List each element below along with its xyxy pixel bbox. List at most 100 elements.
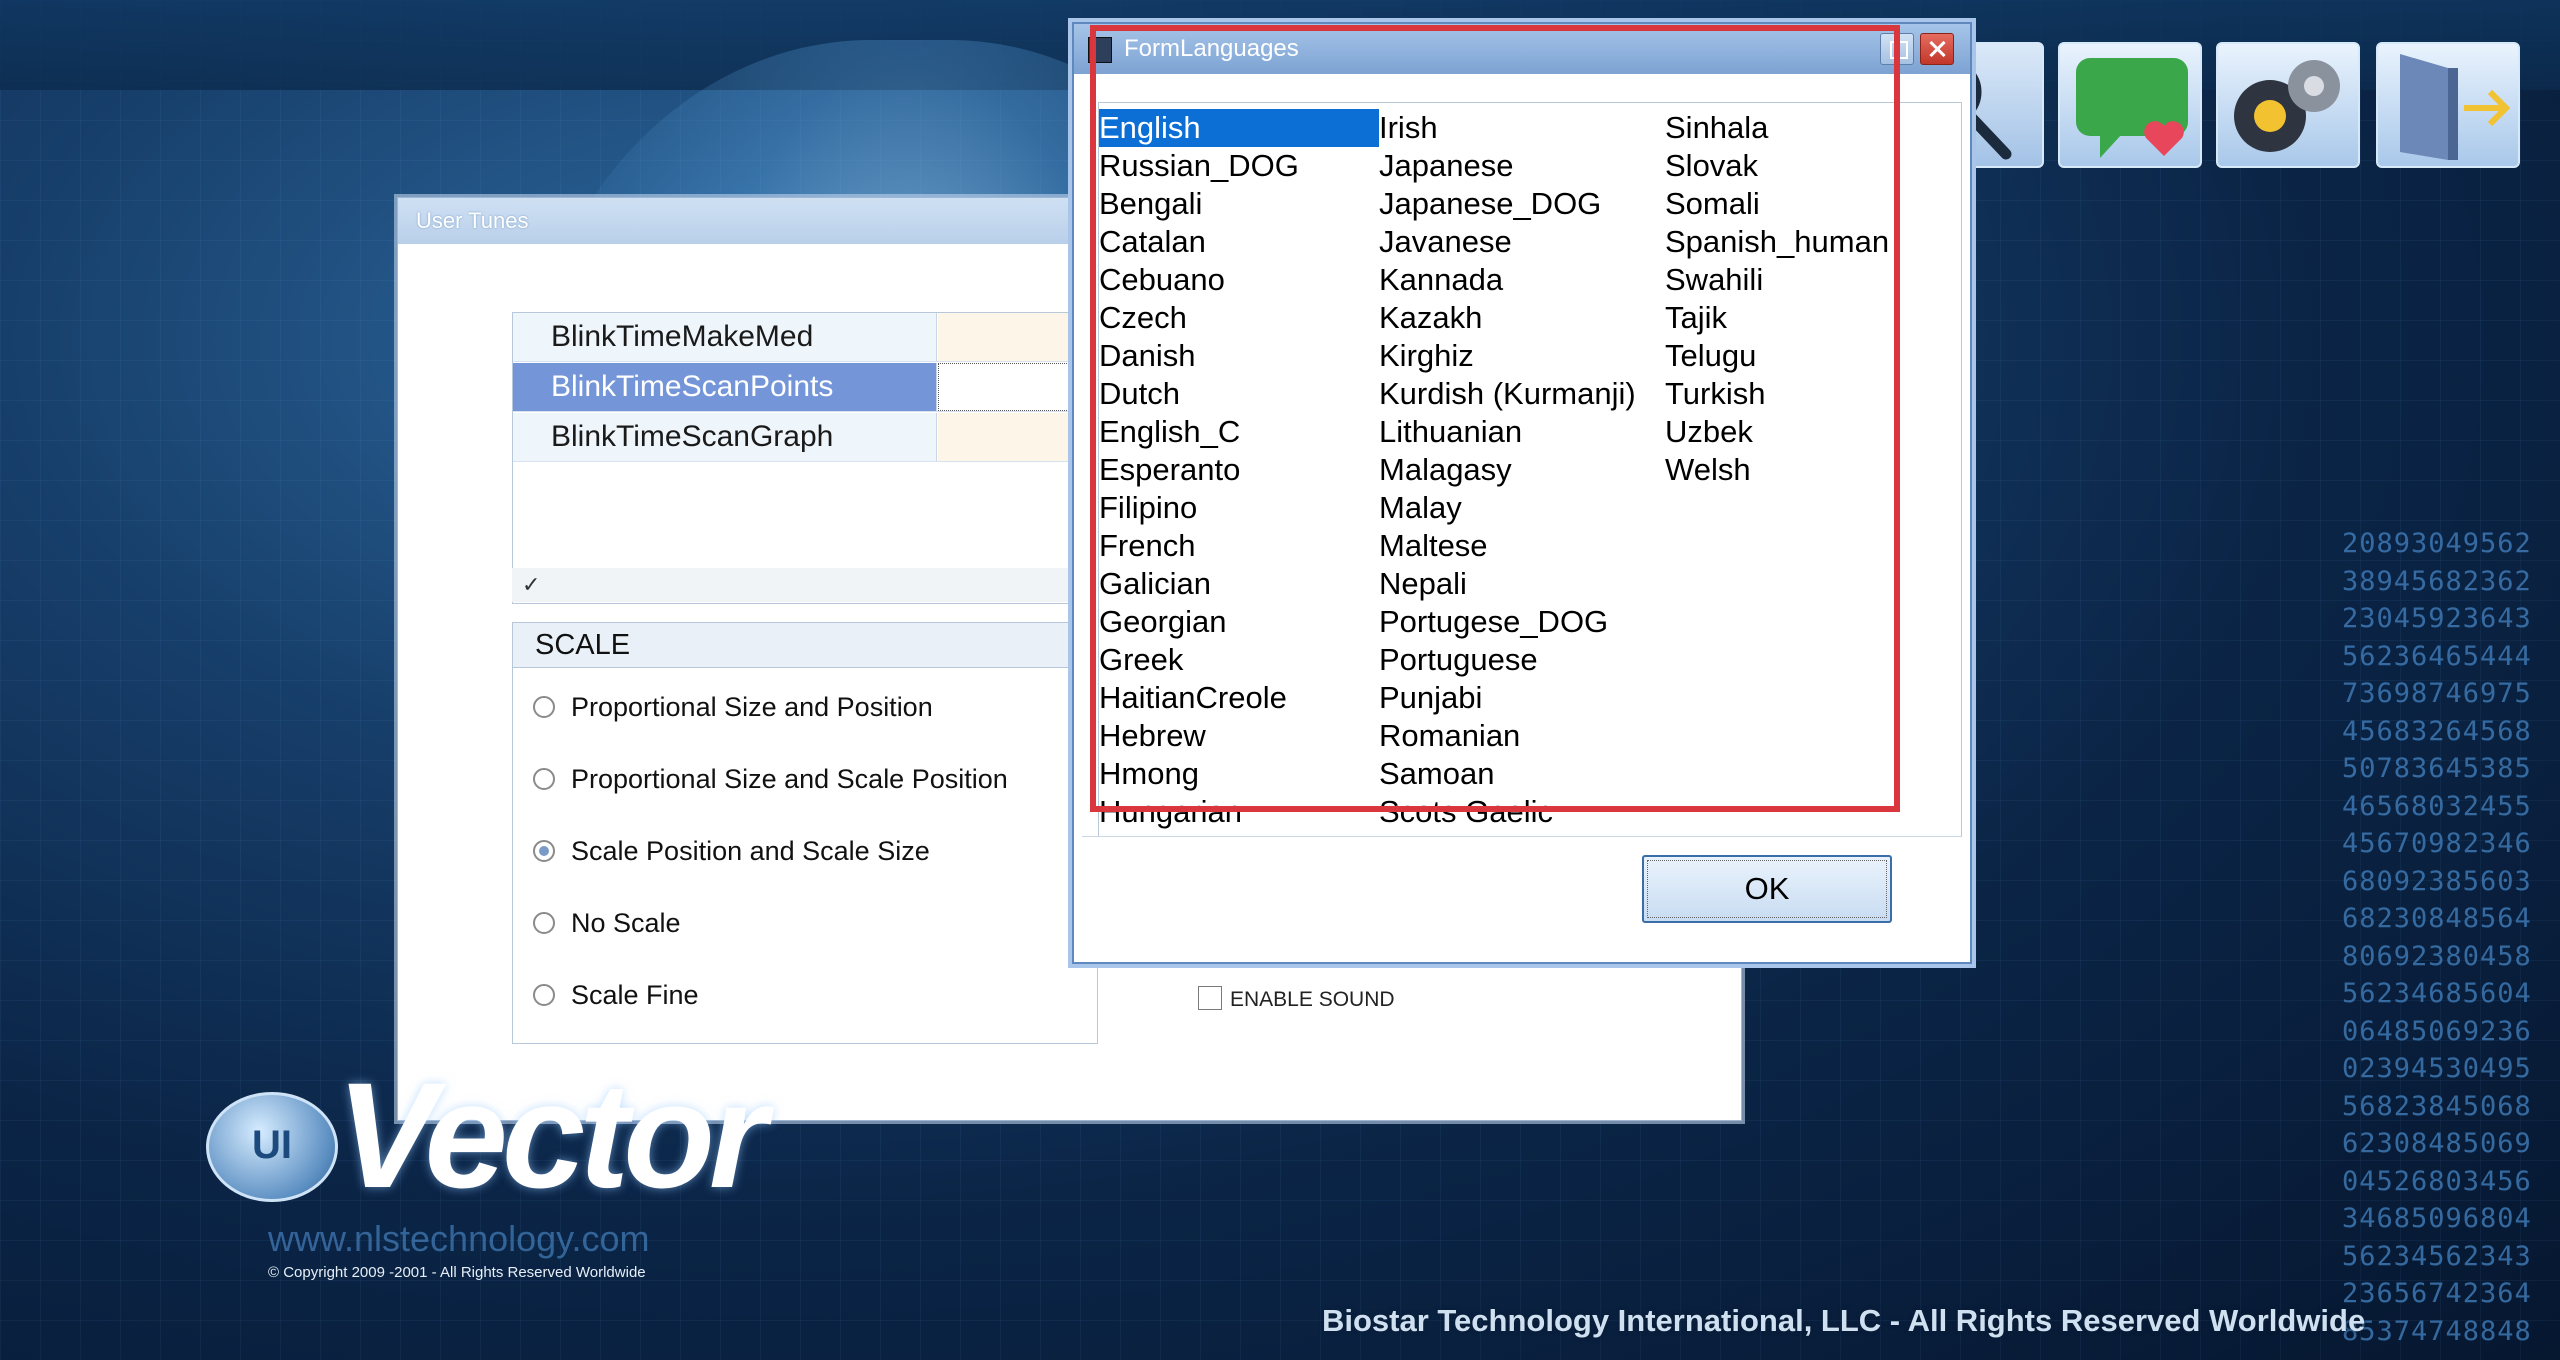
radio-button-icon[interactable] bbox=[533, 983, 555, 1006]
language-item[interactable]: Malagasy bbox=[1379, 451, 1665, 489]
background-number: 23656742364 bbox=[2342, 1278, 2532, 1309]
scale-option-label: Scale Position and Scale Size bbox=[571, 836, 930, 866]
settings-button[interactable] bbox=[2216, 42, 2360, 168]
language-item[interactable]: Hebrew bbox=[1099, 717, 1379, 755]
language-item[interactable]: Welsh bbox=[1665, 451, 1961, 489]
background-number: 56236465444 bbox=[2342, 640, 2532, 672]
tunes-row[interactable]: BlinkTimeScanPoints bbox=[513, 363, 1073, 412]
background-number: 04526803456 bbox=[2342, 1165, 2532, 1197]
language-item[interactable]: Georgian bbox=[1099, 603, 1379, 641]
language-item[interactable]: Punjabi bbox=[1379, 679, 1665, 717]
form-languages-title: FormLanguages bbox=[1124, 35, 1299, 62]
scale-option-label: Proportional Size and Scale Position bbox=[571, 764, 1008, 794]
radio-button-icon[interactable] bbox=[533, 767, 555, 790]
language-item[interactable]: English bbox=[1099, 109, 1379, 147]
language-item[interactable]: Spanish_human bbox=[1665, 223, 1961, 261]
background-number: 20893049562 bbox=[2342, 528, 2532, 559]
tunes-row-value[interactable] bbox=[938, 363, 1073, 411]
background-number: 06485069236 bbox=[2342, 1015, 2532, 1047]
language-item[interactable]: Uzbek bbox=[1665, 413, 1961, 451]
scale-option[interactable]: Proportional Size and Position bbox=[533, 687, 933, 727]
chat-button[interactable] bbox=[2058, 42, 2202, 168]
background-number: 56234562343 bbox=[2342, 1240, 2532, 1272]
exit-button[interactable] bbox=[2376, 42, 2520, 168]
language-item[interactable]: Hmong bbox=[1099, 755, 1379, 793]
tunes-row-value[interactable] bbox=[938, 313, 1073, 361]
language-item[interactable]: HaitianCreole bbox=[1099, 679, 1379, 717]
checkmark-icon[interactable]: ✓ bbox=[522, 572, 540, 598]
language-item[interactable]: Maltese bbox=[1379, 527, 1665, 565]
ok-button[interactable]: OK bbox=[1642, 855, 1892, 923]
enable-sound-checkbox[interactable]: ENABLE SOUND bbox=[1198, 986, 1395, 1012]
radio-button-icon[interactable] bbox=[533, 839, 555, 862]
background-number: 62308485069 bbox=[2342, 1128, 2532, 1159]
restore-button[interactable] bbox=[1880, 33, 1914, 65]
language-item[interactable]: Slovak bbox=[1665, 147, 1961, 185]
background-number: 45683264568 bbox=[2342, 715, 2532, 747]
language-item[interactable]: Japanese_DOG bbox=[1379, 185, 1665, 223]
language-item[interactable]: Somali bbox=[1665, 185, 1961, 223]
language-item[interactable]: Turkish bbox=[1665, 375, 1961, 413]
tunes-list[interactable]: BlinkTimeMakeMed BlinkTimeScanPoints Blink… bbox=[512, 312, 1074, 604]
language-item[interactable]: Lithuanian bbox=[1379, 413, 1665, 451]
language-item[interactable]: Sinhala bbox=[1665, 109, 1961, 147]
language-item[interactable]: Portuguese bbox=[1379, 641, 1665, 679]
tunes-row-value[interactable] bbox=[938, 413, 1073, 461]
language-item[interactable]: Kurdish (Kurmanji) bbox=[1379, 375, 1665, 413]
language-item[interactable]: Swahili bbox=[1665, 261, 1961, 299]
language-item[interactable]: Galician bbox=[1099, 565, 1379, 603]
language-item[interactable]: Bengali bbox=[1099, 185, 1379, 223]
language-item[interactable]: Portugese_DOG bbox=[1379, 603, 1665, 641]
language-item[interactable]: Japanese bbox=[1379, 147, 1665, 185]
background-number: 56823845068 bbox=[2342, 1090, 2532, 1122]
scale-option[interactable]: Proportional Size and Scale Position bbox=[533, 759, 1008, 799]
scale-option[interactable]: Scale Position and Scale Size bbox=[533, 831, 930, 871]
language-item[interactable]: Catalan bbox=[1099, 223, 1379, 261]
language-item[interactable]: Telugu bbox=[1665, 337, 1961, 375]
language-item[interactable]: Samoan bbox=[1379, 755, 1665, 793]
scale-group: SCALE Proportional Size and Position Prop… bbox=[512, 622, 1098, 1044]
background-number: 73698746975 bbox=[2342, 678, 2532, 709]
language-item[interactable]: Tajik bbox=[1665, 299, 1961, 337]
language-item[interactable]: French bbox=[1099, 527, 1379, 565]
language-column: English Russian_DOG Bengali Catalan Cebuano C… bbox=[1099, 109, 1379, 831]
language-item[interactable]: Nepali bbox=[1379, 565, 1665, 603]
language-item[interactable]: Kazakh bbox=[1379, 299, 1665, 337]
language-item[interactable]: Romanian bbox=[1379, 717, 1665, 755]
language-item[interactable]: Kannada bbox=[1379, 261, 1665, 299]
language-item[interactable]: Scots Gaelic bbox=[1379, 793, 1665, 831]
language-item[interactable]: Esperanto bbox=[1099, 451, 1379, 489]
language-item[interactable]: Kirghiz bbox=[1379, 337, 1665, 375]
background-number: 02394530495 bbox=[2342, 1053, 2532, 1084]
language-item[interactable]: Danish bbox=[1099, 337, 1379, 375]
language-item[interactable]: Malay bbox=[1379, 489, 1665, 527]
language-item[interactable]: Javanese bbox=[1379, 223, 1665, 261]
chat-heart-icon bbox=[2076, 58, 2188, 158]
radio-button-icon[interactable] bbox=[533, 911, 555, 934]
background-number-column: 20893049562 38945682362 23045923643 5623646… bbox=[2342, 525, 2554, 1350]
background-number: 23045923643 bbox=[2342, 603, 2532, 634]
background-number: 68092385603 bbox=[2342, 865, 2532, 897]
language-item[interactable]: Czech bbox=[1099, 299, 1379, 337]
tunes-row[interactable]: BlinkTimeMakeMed bbox=[513, 313, 1073, 362]
scale-option-label: Proportional Size and Position bbox=[571, 692, 933, 722]
language-list[interactable]: English Russian_DOG Bengali Catalan Cebuano C… bbox=[1098, 102, 1962, 842]
close-button[interactable] bbox=[1920, 33, 1954, 65]
language-item[interactable]: Russian_DOG bbox=[1099, 147, 1379, 185]
scale-option-label: Scale Fine bbox=[571, 980, 699, 1010]
radio-button-icon[interactable] bbox=[533, 695, 555, 718]
checkbox-box[interactable] bbox=[1198, 986, 1222, 1011]
tunes-row[interactable]: BlinkTimeScanGraph bbox=[513, 413, 1073, 462]
language-item[interactable]: Irish bbox=[1379, 109, 1665, 147]
scale-option[interactable]: Scale Fine bbox=[533, 975, 699, 1015]
scale-option-label: No Scale bbox=[571, 908, 681, 938]
scale-option[interactable]: No Scale bbox=[533, 903, 681, 943]
language-item[interactable]: Greek bbox=[1099, 641, 1379, 679]
language-item[interactable]: English_C bbox=[1099, 413, 1379, 451]
language-item[interactable]: Hungarian bbox=[1099, 793, 1379, 831]
language-item[interactable]: Dutch bbox=[1099, 375, 1379, 413]
vector-logo: Vector bbox=[336, 1051, 767, 1219]
language-item[interactable]: Cebuano bbox=[1099, 261, 1379, 299]
form-languages-titlebar[interactable]: FormLanguages bbox=[1074, 24, 1970, 74]
language-item[interactable]: Filipino bbox=[1099, 489, 1379, 527]
